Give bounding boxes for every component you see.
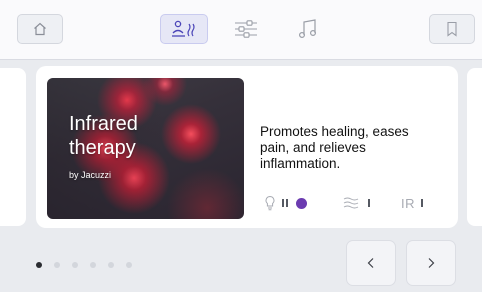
level-tick: [286, 199, 288, 207]
heat-level[interactable]: [343, 195, 370, 211]
chevron-right-icon: [428, 258, 435, 268]
page-dot[interactable]: [54, 262, 60, 268]
tab-music[interactable]: [290, 14, 326, 44]
chevron-left-icon: [367, 258, 374, 268]
previous-button[interactable]: [346, 240, 396, 286]
bookmark-icon: [447, 21, 457, 37]
next-button[interactable]: [406, 240, 456, 286]
page-dot[interactable]: [72, 262, 78, 268]
page-dot[interactable]: [90, 262, 96, 268]
tab-sauna[interactable]: [160, 14, 208, 44]
home-button[interactable]: [17, 14, 63, 44]
lightbulb-icon: [265, 195, 275, 211]
tab-settings[interactable]: [228, 14, 264, 44]
music-note-icon: [298, 19, 317, 39]
heat-waves-icon: [343, 197, 359, 209]
page-dot-active[interactable]: [36, 262, 42, 268]
ir-level[interactable]: IR: [401, 195, 423, 211]
level-tick: [421, 199, 423, 207]
bookmark-button[interactable]: [429, 14, 475, 44]
sauna-icon: [172, 20, 195, 37]
next-card-peek[interactable]: [467, 68, 482, 226]
ir-label: IR: [401, 195, 415, 211]
active-indicator-dot: [296, 197, 307, 209]
card-description: Promotes healing, eases pain, and reliev…: [260, 124, 409, 171]
card-title: Infrared therapy: [69, 112, 229, 160]
level-tick: [368, 199, 370, 207]
card-title-line1: Infrared: [69, 113, 138, 135]
page-dot[interactable]: [126, 262, 132, 268]
level-tick: [282, 199, 284, 207]
light-level[interactable]: [264, 195, 307, 211]
card-subtitle: by Jacuzzi: [69, 170, 112, 180]
card-title-line2: therapy: [69, 137, 136, 159]
sliders-icon: [235, 20, 257, 38]
page-indicator: [36, 262, 132, 268]
therapy-image: Infrared therapy by Jacuzzi: [47, 78, 244, 219]
therapy-card[interactable]: Infrared therapy by Jacuzzi Promotes hea…: [36, 66, 458, 228]
home-icon: [34, 22, 46, 36]
intensity-levels: IR: [264, 195, 454, 211]
top-bar: [0, 0, 482, 60]
page-dot[interactable]: [108, 262, 114, 268]
previous-card-peek[interactable]: [0, 68, 26, 226]
